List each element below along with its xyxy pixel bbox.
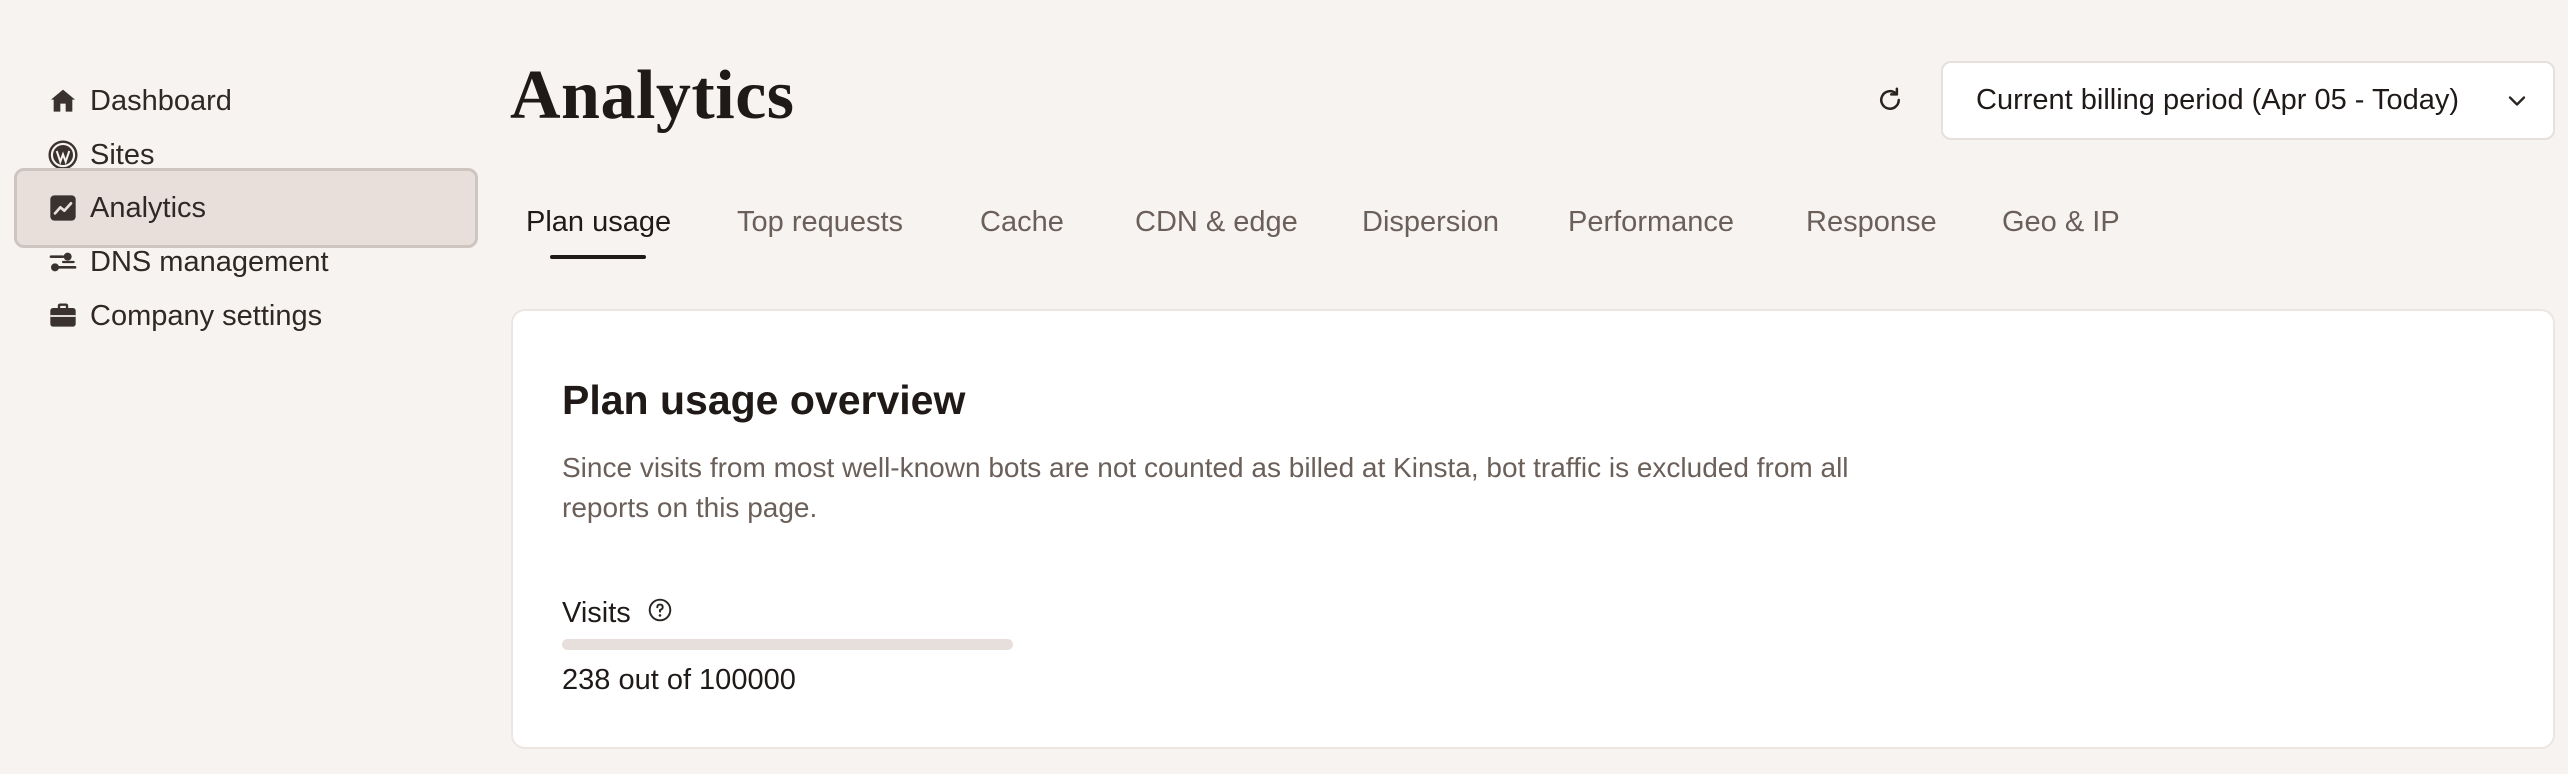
page-title: Analytics: [510, 57, 795, 134]
analytics-icon: [46, 191, 80, 225]
briefcase-icon: [46, 299, 80, 333]
tab-plan-usage[interactable]: Plan usage: [526, 206, 671, 256]
active-tab-indicator: [550, 255, 646, 259]
metric-value: 238 out of 100000: [562, 664, 796, 696]
usage-bar-fill: [562, 639, 1013, 650]
help-icon[interactable]: [647, 597, 673, 623]
card-description: Since visits from most well-known bots a…: [562, 452, 1849, 523]
tab-geo-ip[interactable]: Geo & IP: [2002, 206, 2120, 256]
metric-visits: Visits 238 out of 100000: [562, 593, 1013, 697]
refresh-icon: [1880, 87, 1900, 110]
sidebar-item-company-settings[interactable]: Company settings: [14, 276, 478, 356]
wordpress-icon: [46, 138, 80, 172]
card-title: Plan usage overview: [562, 377, 966, 423]
tab-performance[interactable]: Performance: [1568, 206, 1734, 256]
chevron-down-icon: [2508, 95, 2526, 106]
plan-usage-overview-card: Plan usage overview Since visits from mo…: [511, 309, 2555, 749]
billing-period-label: Current billing period (Apr 05 - Today): [1976, 84, 2460, 116]
refresh-button[interactable]: [1870, 80, 1910, 120]
tab-dispersion[interactable]: Dispersion: [1362, 206, 1499, 256]
dns-icon: [46, 245, 80, 279]
app-root: Dashboard Sites Analytics DNS management…: [0, 0, 2568, 774]
sidebar-item-label: Dashboard: [90, 84, 232, 117]
sidebar-item-label: Analytics: [90, 191, 207, 224]
sidebar-item-label: Sites: [90, 138, 155, 171]
tab-cdn-edge[interactable]: CDN & edge: [1135, 206, 1298, 256]
sidebar: Dashboard Sites Analytics DNS management…: [0, 0, 500, 774]
metric-label: Visits: [562, 596, 631, 629]
sidebar-item-label: DNS management: [90, 245, 329, 278]
billing-period-select[interactable]: Current billing period (Apr 05 - Today): [1941, 61, 2555, 140]
tab-cache[interactable]: Cache: [980, 206, 1064, 256]
usage-bar: [562, 639, 1013, 650]
home-icon: [46, 84, 80, 118]
tab-top-requests[interactable]: Top requests: [737, 206, 903, 256]
sidebar-item-label: Company settings: [90, 299, 323, 332]
tab-response[interactable]: Response: [1806, 206, 1937, 256]
